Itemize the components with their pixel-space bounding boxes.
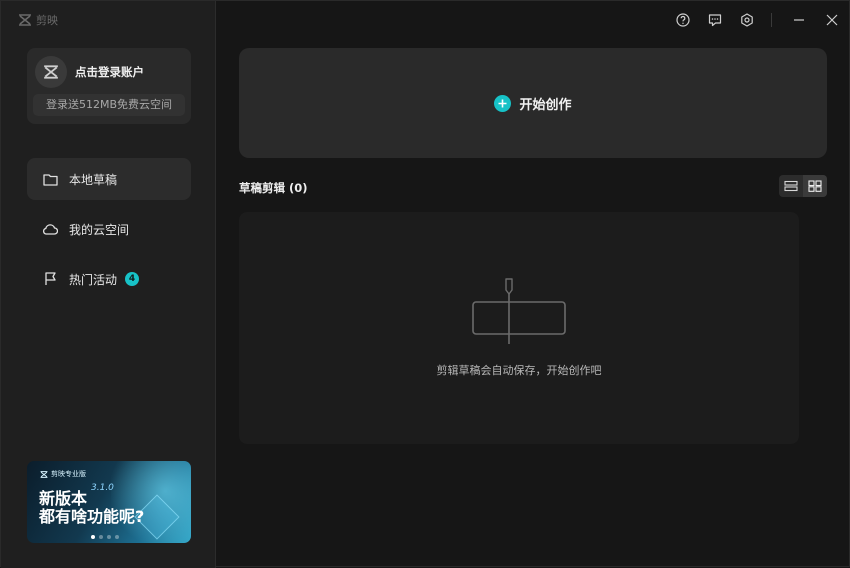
capcut-logo-icon bbox=[40, 470, 48, 478]
settings-icon bbox=[741, 13, 753, 27]
capcut-logo-icon bbox=[44, 65, 58, 79]
folder-icon bbox=[42, 171, 58, 187]
minimize-button[interactable] bbox=[790, 11, 808, 29]
sidebar-item-local-drafts[interactable]: 本地草稿 bbox=[27, 158, 191, 200]
banner-logo: 剪映专业版 bbox=[40, 469, 86, 479]
feedback-button[interactable] bbox=[706, 11, 724, 29]
empty-state-text: 剪辑草稿会自动保存，开始创作吧 bbox=[436, 364, 602, 377]
notification-badge: 4 bbox=[125, 272, 140, 286]
grid-view-icon bbox=[808, 180, 822, 192]
sidebar-item-hot-events[interactable]: 热门活动 4 bbox=[27, 258, 191, 300]
sidebar-item-label: 热门活动 bbox=[69, 272, 118, 287]
login-card[interactable]: 点击登录账户 登录送512MB免费云空间 bbox=[27, 48, 191, 124]
sidebar-item-label: 我的云空间 bbox=[69, 222, 130, 237]
settings-button[interactable] bbox=[738, 11, 756, 29]
banner-pager[interactable] bbox=[91, 535, 119, 539]
banner-logo-text: 剪映专业版 bbox=[51, 470, 86, 478]
sidebar-item-label: 本地草稿 bbox=[69, 172, 118, 187]
banner-version: 3.1.0 bbox=[91, 483, 114, 493]
capcut-logo-icon bbox=[19, 14, 31, 26]
list-view-icon bbox=[784, 180, 798, 192]
minimize-icon bbox=[794, 19, 804, 21]
feedback-icon bbox=[708, 14, 722, 27]
app-name: 剪映 bbox=[36, 14, 58, 27]
topbar-divider bbox=[771, 13, 772, 27]
close-button[interactable] bbox=[823, 11, 841, 29]
pager-dot[interactable] bbox=[107, 535, 111, 539]
app-logo: 剪映 bbox=[18, 12, 58, 28]
drafts-section-title: 草稿剪辑 (0) bbox=[239, 181, 308, 195]
start-creation-button[interactable]: 开始创作 bbox=[239, 48, 827, 158]
pager-dot[interactable] bbox=[115, 535, 119, 539]
avatar[interactable] bbox=[35, 56, 67, 88]
app-window: 剪映 点击登录账户 登录送512MB免费云空间 本地草稿 我的云空间 热门活动 … bbox=[0, 0, 850, 568]
flag-icon bbox=[42, 271, 58, 287]
plus-icon bbox=[494, 94, 512, 112]
sidebar-item-cloud-space[interactable]: 我的云空间 bbox=[27, 208, 191, 250]
new-version-banner[interactable]: 剪映专业版 3.1.0 新版本 都有啥功能呢? bbox=[27, 461, 191, 543]
pager-dot[interactable] bbox=[99, 535, 103, 539]
pager-dot[interactable] bbox=[91, 535, 95, 539]
cloud-promo-pill[interactable]: 登录送512MB免费云空间 bbox=[33, 94, 185, 116]
banner-headline-2: 都有啥功能呢? bbox=[39, 507, 145, 526]
login-label[interactable]: 点击登录账户 bbox=[75, 64, 144, 80]
close-icon bbox=[826, 14, 838, 26]
grid-view-button[interactable] bbox=[803, 175, 827, 197]
view-mode-toggle[interactable] bbox=[779, 175, 827, 197]
list-view-button[interactable] bbox=[779, 175, 803, 197]
cloud-icon bbox=[42, 221, 58, 237]
sidebar: 剪映 点击登录账户 登录送512MB免费云空间 本地草稿 我的云空间 热门活动 … bbox=[1, 1, 216, 568]
help-button[interactable] bbox=[674, 11, 692, 29]
drafts-empty-panel: 剪辑草稿会自动保存，开始创作吧 bbox=[239, 212, 799, 444]
empty-timeline-icon bbox=[472, 278, 566, 344]
help-icon bbox=[676, 13, 690, 27]
start-creation-label: 开始创作 bbox=[519, 97, 572, 113]
